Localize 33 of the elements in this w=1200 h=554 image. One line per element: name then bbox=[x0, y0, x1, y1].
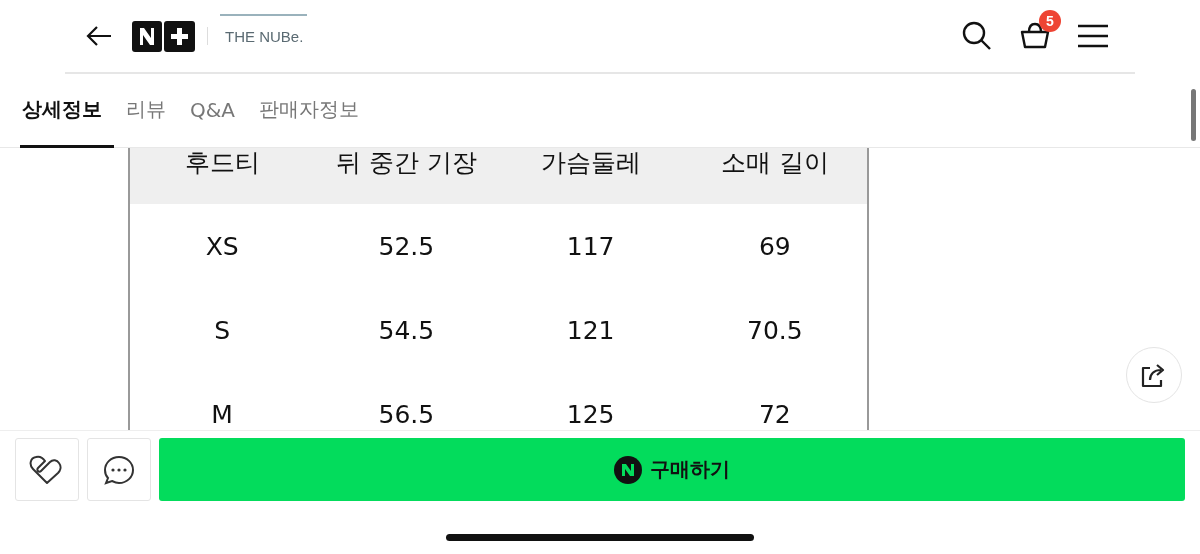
search-icon[interactable] bbox=[961, 20, 993, 52]
column-header: 후드티 bbox=[183, 149, 261, 177]
n-logo-icon bbox=[614, 455, 642, 484]
tab[interactable]: 상세정보 bbox=[20, 74, 114, 148]
tab[interactable]: 판매자정보 bbox=[247, 74, 372, 148]
table-cell-text: 121 bbox=[565, 315, 616, 345]
share-button[interactable] bbox=[1126, 347, 1182, 403]
table-cell-text: 69 bbox=[757, 231, 792, 261]
table-cell-text: 72 bbox=[757, 399, 792, 429]
column-header: 소매 길이 bbox=[719, 149, 830, 177]
tab[interactable]: Q&A bbox=[178, 74, 248, 148]
logo-icon[interactable] bbox=[132, 20, 195, 52]
table-cell-text: 56.5 bbox=[377, 399, 436, 429]
table-cell-text: M bbox=[210, 399, 234, 429]
table-cell-text: XS bbox=[204, 231, 240, 261]
menu-icon[interactable] bbox=[1077, 23, 1109, 49]
chat-button[interactable] bbox=[87, 438, 151, 501]
wishlist-button[interactable] bbox=[15, 438, 79, 501]
table-cell-text: 52.5 bbox=[377, 231, 436, 261]
column-header: 가슴둘레 bbox=[539, 149, 642, 177]
scrollbar[interactable] bbox=[1191, 89, 1196, 141]
chat-bubble-icon bbox=[102, 453, 136, 486]
cart-count-badge: 5 bbox=[1039, 10, 1061, 32]
table-cell-text: 70.5 bbox=[746, 315, 804, 345]
table-cell-text: 125 bbox=[565, 399, 616, 429]
table-cell-text: 54.5 bbox=[377, 315, 436, 345]
table-cell-text: 117 bbox=[565, 231, 616, 261]
column-header: 뒤 중간 기장 bbox=[334, 149, 478, 177]
buy-button[interactable]: 구매하기 bbox=[159, 438, 1185, 501]
tab[interactable]: 리뷰 bbox=[114, 74, 178, 148]
table-cell-text: S bbox=[213, 315, 232, 345]
back-arrow-icon[interactable] bbox=[85, 24, 113, 48]
brand-name[interactable]: THE NUBe. bbox=[220, 13, 308, 45]
